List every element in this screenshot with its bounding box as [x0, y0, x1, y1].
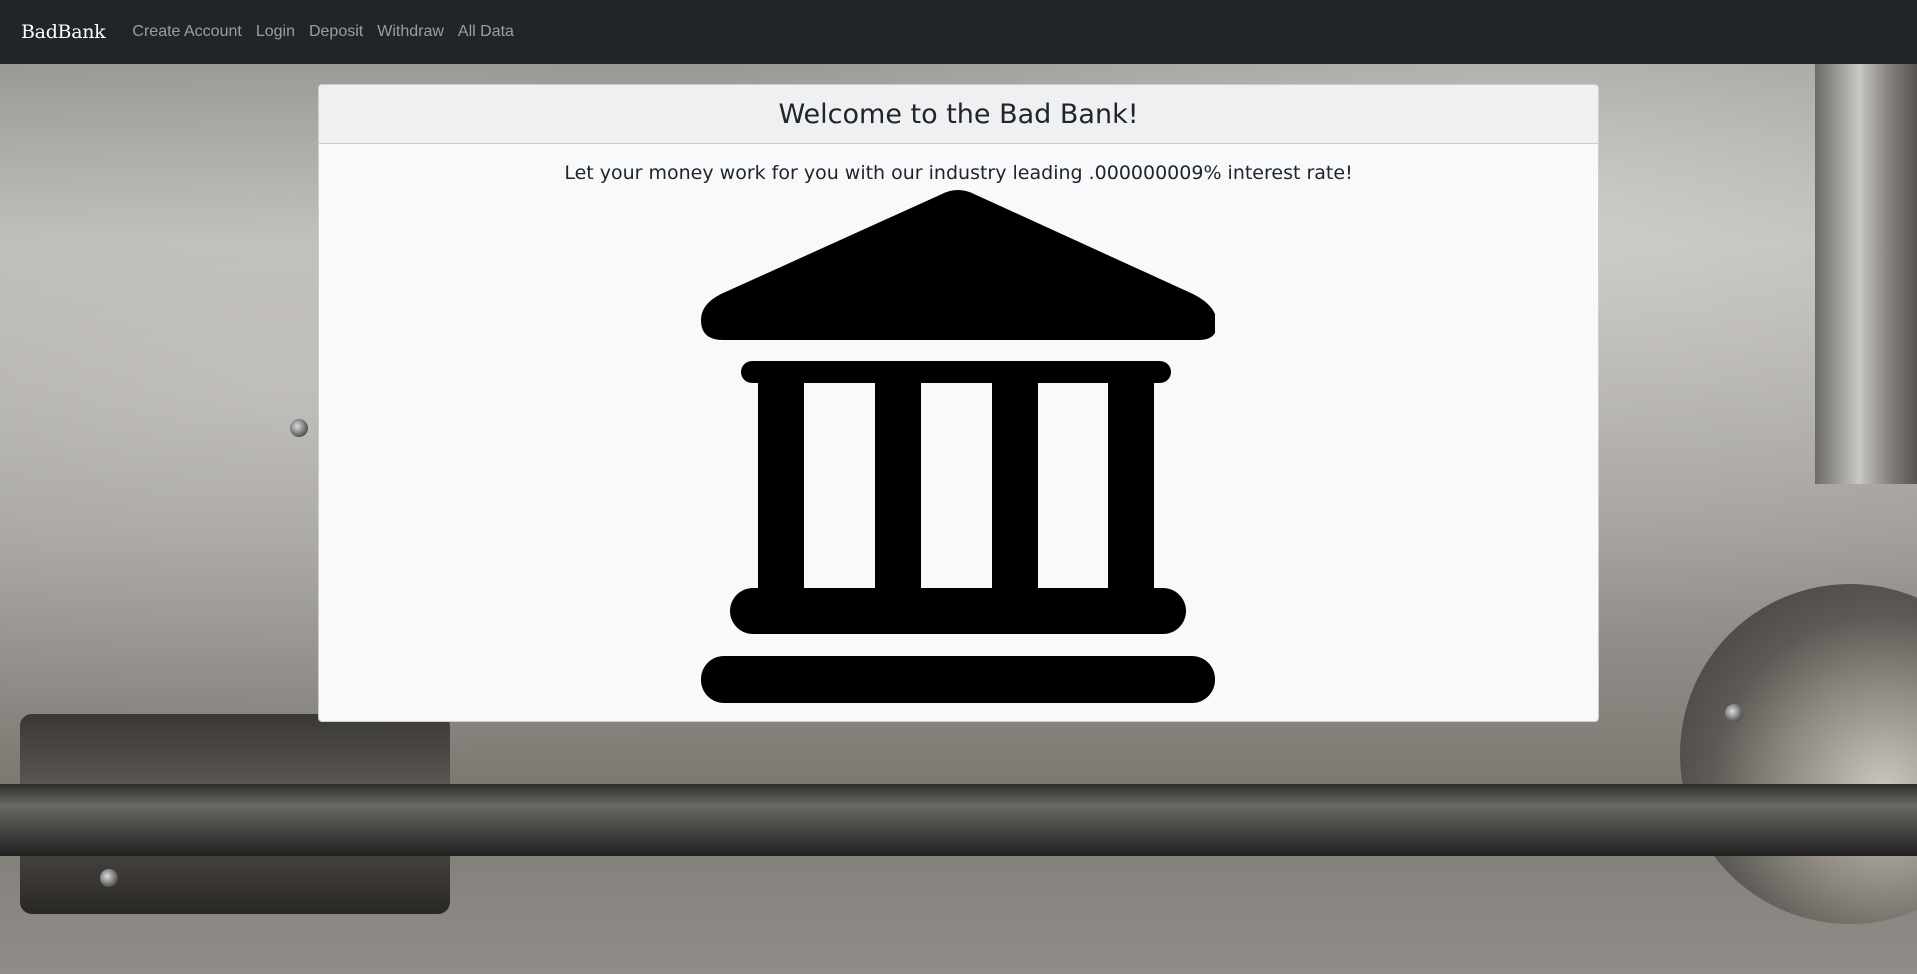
bank-icon	[701, 190, 1215, 703]
nav-link-withdraw[interactable]: Withdraw	[377, 23, 444, 41]
card-title: Welcome to the Bad Bank!	[778, 98, 1139, 130]
vault-pipe	[1815, 64, 1917, 484]
navbar: BadBank Create Account Login Deposit Wit…	[0, 0, 1917, 64]
nav-link-all-data[interactable]: All Data	[458, 23, 514, 41]
nav-link-login[interactable]: Login	[256, 23, 295, 41]
vault-bolt	[100, 869, 118, 887]
welcome-card: Welcome to the Bad Bank! Let your money …	[318, 84, 1599, 722]
nav-link-create-account[interactable]: Create Account	[132, 23, 241, 41]
card-body: Let your money work for you with our ind…	[319, 144, 1598, 703]
card-header: Welcome to the Bad Bank!	[319, 85, 1598, 144]
vault-bolt	[1725, 704, 1743, 722]
brand-link[interactable]: BadBank	[21, 21, 106, 43]
vault-bar	[0, 784, 1917, 856]
nav-link-deposit[interactable]: Deposit	[309, 23, 363, 41]
vault-bolt	[290, 419, 308, 437]
vault-wheel	[1680, 584, 1917, 924]
card-text: Let your money work for you with our ind…	[564, 162, 1353, 184]
